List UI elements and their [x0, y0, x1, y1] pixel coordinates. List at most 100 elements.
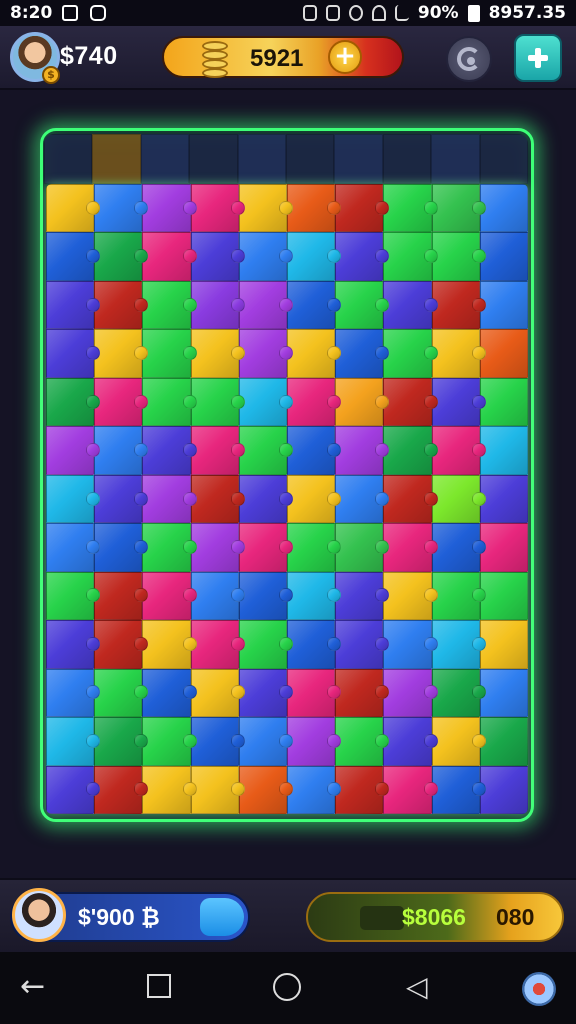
- puzzle-piece[interactable]: [94, 765, 149, 814]
- puzzle-piece[interactable]: [383, 280, 438, 330]
- puzzle-piece[interactable]: [335, 571, 390, 621]
- puzzle-piece[interactable]: [431, 765, 487, 814]
- puzzle-piece[interactable]: [46, 329, 101, 378]
- puzzle-piece[interactable]: [479, 280, 528, 330]
- puzzle-piece[interactable]: [431, 184, 487, 233]
- puzzle-piece[interactable]: [383, 717, 438, 766]
- puzzle-piece[interactable]: [94, 571, 149, 621]
- home-circle-icon[interactable]: [272, 972, 304, 1004]
- puzzle-piece[interactable]: [142, 184, 197, 233]
- puzzle-piece[interactable]: [431, 377, 487, 427]
- puzzle-piece[interactable]: [335, 184, 390, 233]
- puzzle-piece[interactable]: [287, 426, 342, 475]
- puzzle-piece[interactable]: [383, 232, 438, 281]
- puzzle-piece[interactable]: [383, 571, 438, 621]
- puzzle-piece[interactable]: [431, 426, 487, 475]
- puzzle-piece[interactable]: [142, 280, 197, 330]
- puzzle-piece[interactable]: [94, 232, 149, 281]
- puzzle-piece[interactable]: [383, 668, 438, 718]
- puzzle-piece[interactable]: [383, 620, 438, 669]
- puzzle-piece[interactable]: [431, 571, 487, 621]
- puzzle-piece[interactable]: [479, 765, 528, 814]
- puzzle-piece[interactable]: [46, 571, 101, 621]
- puzzle-piece[interactable]: [383, 377, 438, 427]
- puzzle-piece[interactable]: [238, 426, 294, 475]
- puzzle-piece[interactable]: [238, 668, 294, 718]
- puzzle-piece[interactable]: [46, 620, 101, 669]
- puzzle-piece[interactable]: [335, 717, 390, 766]
- puzzle-piece[interactable]: [46, 280, 101, 330]
- puzzle-piece[interactable]: [479, 426, 528, 475]
- puzzle-piece[interactable]: [190, 620, 246, 669]
- puzzle-piece[interactable]: [46, 668, 101, 718]
- puzzle-piece[interactable]: [142, 717, 197, 766]
- puzzle-piece[interactable]: [46, 523, 101, 572]
- puzzle-piece[interactable]: [190, 717, 246, 766]
- puzzle-piece[interactable]: [335, 523, 390, 572]
- puzzle-piece[interactable]: [238, 280, 294, 330]
- puzzle-piece[interactable]: [190, 668, 246, 718]
- puzzle-piece[interactable]: [142, 474, 197, 524]
- puzzle-piece[interactable]: [94, 280, 149, 330]
- puzzle-piece[interactable]: [46, 426, 101, 475]
- puzzle-piece[interactable]: [287, 668, 342, 718]
- assistant-icon[interactable]: [522, 972, 556, 1006]
- back-icon[interactable]: ←: [20, 972, 52, 1004]
- puzzle-piece[interactable]: [142, 620, 197, 669]
- recents-triangle-icon[interactable]: ◁: [406, 972, 438, 1004]
- puzzle-piece[interactable]: [479, 717, 528, 766]
- puzzle-piece[interactable]: [383, 426, 438, 475]
- puzzle-piece[interactable]: [190, 280, 246, 330]
- puzzle-piece[interactable]: [94, 426, 149, 475]
- player-avatar-icon[interactable]: [12, 888, 66, 942]
- settings-button[interactable]: [446, 36, 492, 82]
- puzzle-piece[interactable]: [335, 620, 390, 669]
- puzzle-piece[interactable]: [190, 184, 246, 233]
- puzzle-piece[interactable]: [142, 765, 197, 814]
- puzzle-piece[interactable]: [383, 474, 438, 524]
- puzzle-piece[interactable]: [287, 280, 342, 330]
- puzzle-piece[interactable]: [142, 523, 197, 572]
- puzzle-piece[interactable]: [94, 717, 149, 766]
- puzzle-piece[interactable]: [287, 717, 342, 766]
- puzzle-piece[interactable]: [238, 620, 294, 669]
- home-square-icon[interactable]: [145, 972, 177, 1004]
- puzzle-piece[interactable]: [431, 474, 487, 524]
- puzzle-piece[interactable]: [190, 765, 246, 814]
- puzzle-piece[interactable]: [431, 717, 487, 766]
- puzzle-piece[interactable]: [238, 329, 294, 378]
- puzzle-piece[interactable]: [431, 280, 487, 330]
- puzzle-piece[interactable]: [190, 426, 246, 475]
- puzzle-piece[interactable]: [190, 474, 246, 524]
- puzzle-piece[interactable]: [479, 184, 528, 233]
- puzzle-piece[interactable]: [190, 377, 246, 427]
- puzzle-piece[interactable]: [94, 377, 149, 427]
- puzzle-piece[interactable]: [479, 571, 528, 621]
- puzzle-piece[interactable]: [335, 329, 390, 378]
- puzzle-piece[interactable]: [383, 329, 438, 378]
- puzzle-piece[interactable]: [46, 377, 101, 427]
- puzzle-piece[interactable]: [287, 329, 342, 378]
- puzzle-piece[interactable]: [190, 523, 246, 572]
- puzzle-piece[interactable]: [479, 329, 528, 378]
- puzzle-piece[interactable]: [431, 232, 487, 281]
- puzzle-piece[interactable]: [287, 184, 342, 233]
- puzzle-piece[interactable]: [479, 232, 528, 281]
- puzzle-piece[interactable]: [190, 571, 246, 621]
- puzzle-piece[interactable]: [94, 523, 149, 572]
- puzzle-piece[interactable]: [238, 523, 294, 572]
- puzzle-piece[interactable]: [335, 280, 390, 330]
- puzzle-piece[interactable]: [479, 668, 528, 718]
- puzzle-piece[interactable]: [142, 668, 197, 718]
- puzzle-piece[interactable]: [238, 232, 294, 281]
- puzzle-board[interactable]: [46, 184, 528, 814]
- puzzle-piece[interactable]: [238, 571, 294, 621]
- puzzle-piece[interactable]: [287, 232, 342, 281]
- puzzle-piece[interactable]: [383, 523, 438, 572]
- puzzle-piece[interactable]: [94, 329, 149, 378]
- puzzle-piece[interactable]: [94, 474, 149, 524]
- puzzle-piece[interactable]: [335, 426, 390, 475]
- puzzle-piece[interactable]: [383, 765, 438, 814]
- puzzle-piece[interactable]: [238, 474, 294, 524]
- add-button[interactable]: [514, 34, 562, 82]
